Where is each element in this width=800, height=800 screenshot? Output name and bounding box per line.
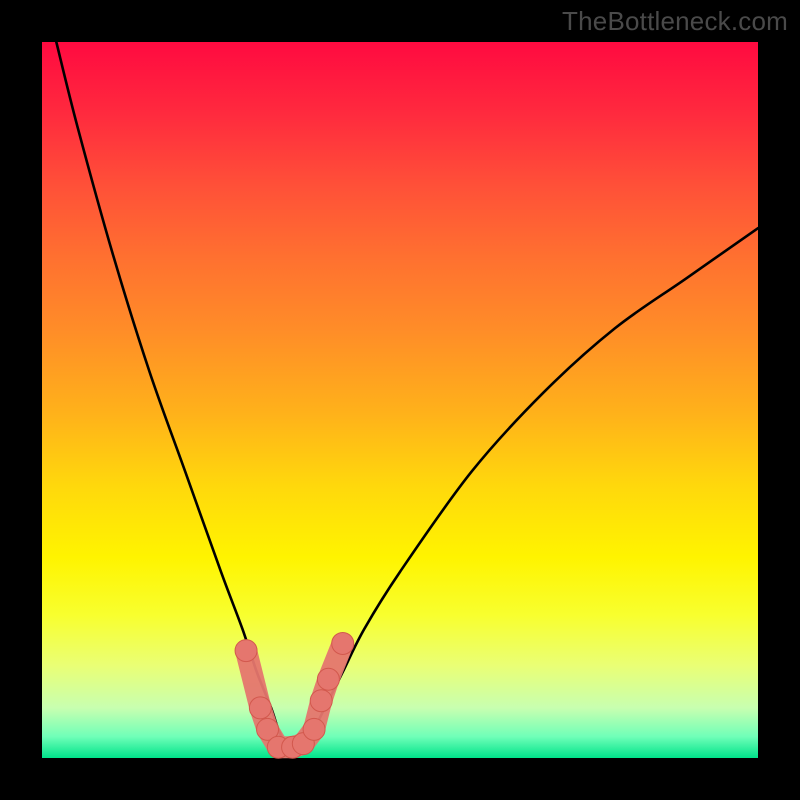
marker-dot — [332, 632, 354, 654]
chart-frame: TheBottleneck.com — [0, 0, 800, 800]
curve-markers — [235, 632, 354, 758]
marker-dot — [235, 640, 257, 662]
marker-dot — [310, 690, 332, 712]
watermark-text: TheBottleneck.com — [562, 6, 788, 37]
bottleneck-curve — [56, 42, 758, 752]
curve-svg — [42, 42, 758, 758]
plot-area — [42, 42, 758, 758]
marker-dot — [317, 668, 339, 690]
marker-dot — [303, 718, 325, 740]
marker-dot — [249, 697, 271, 719]
